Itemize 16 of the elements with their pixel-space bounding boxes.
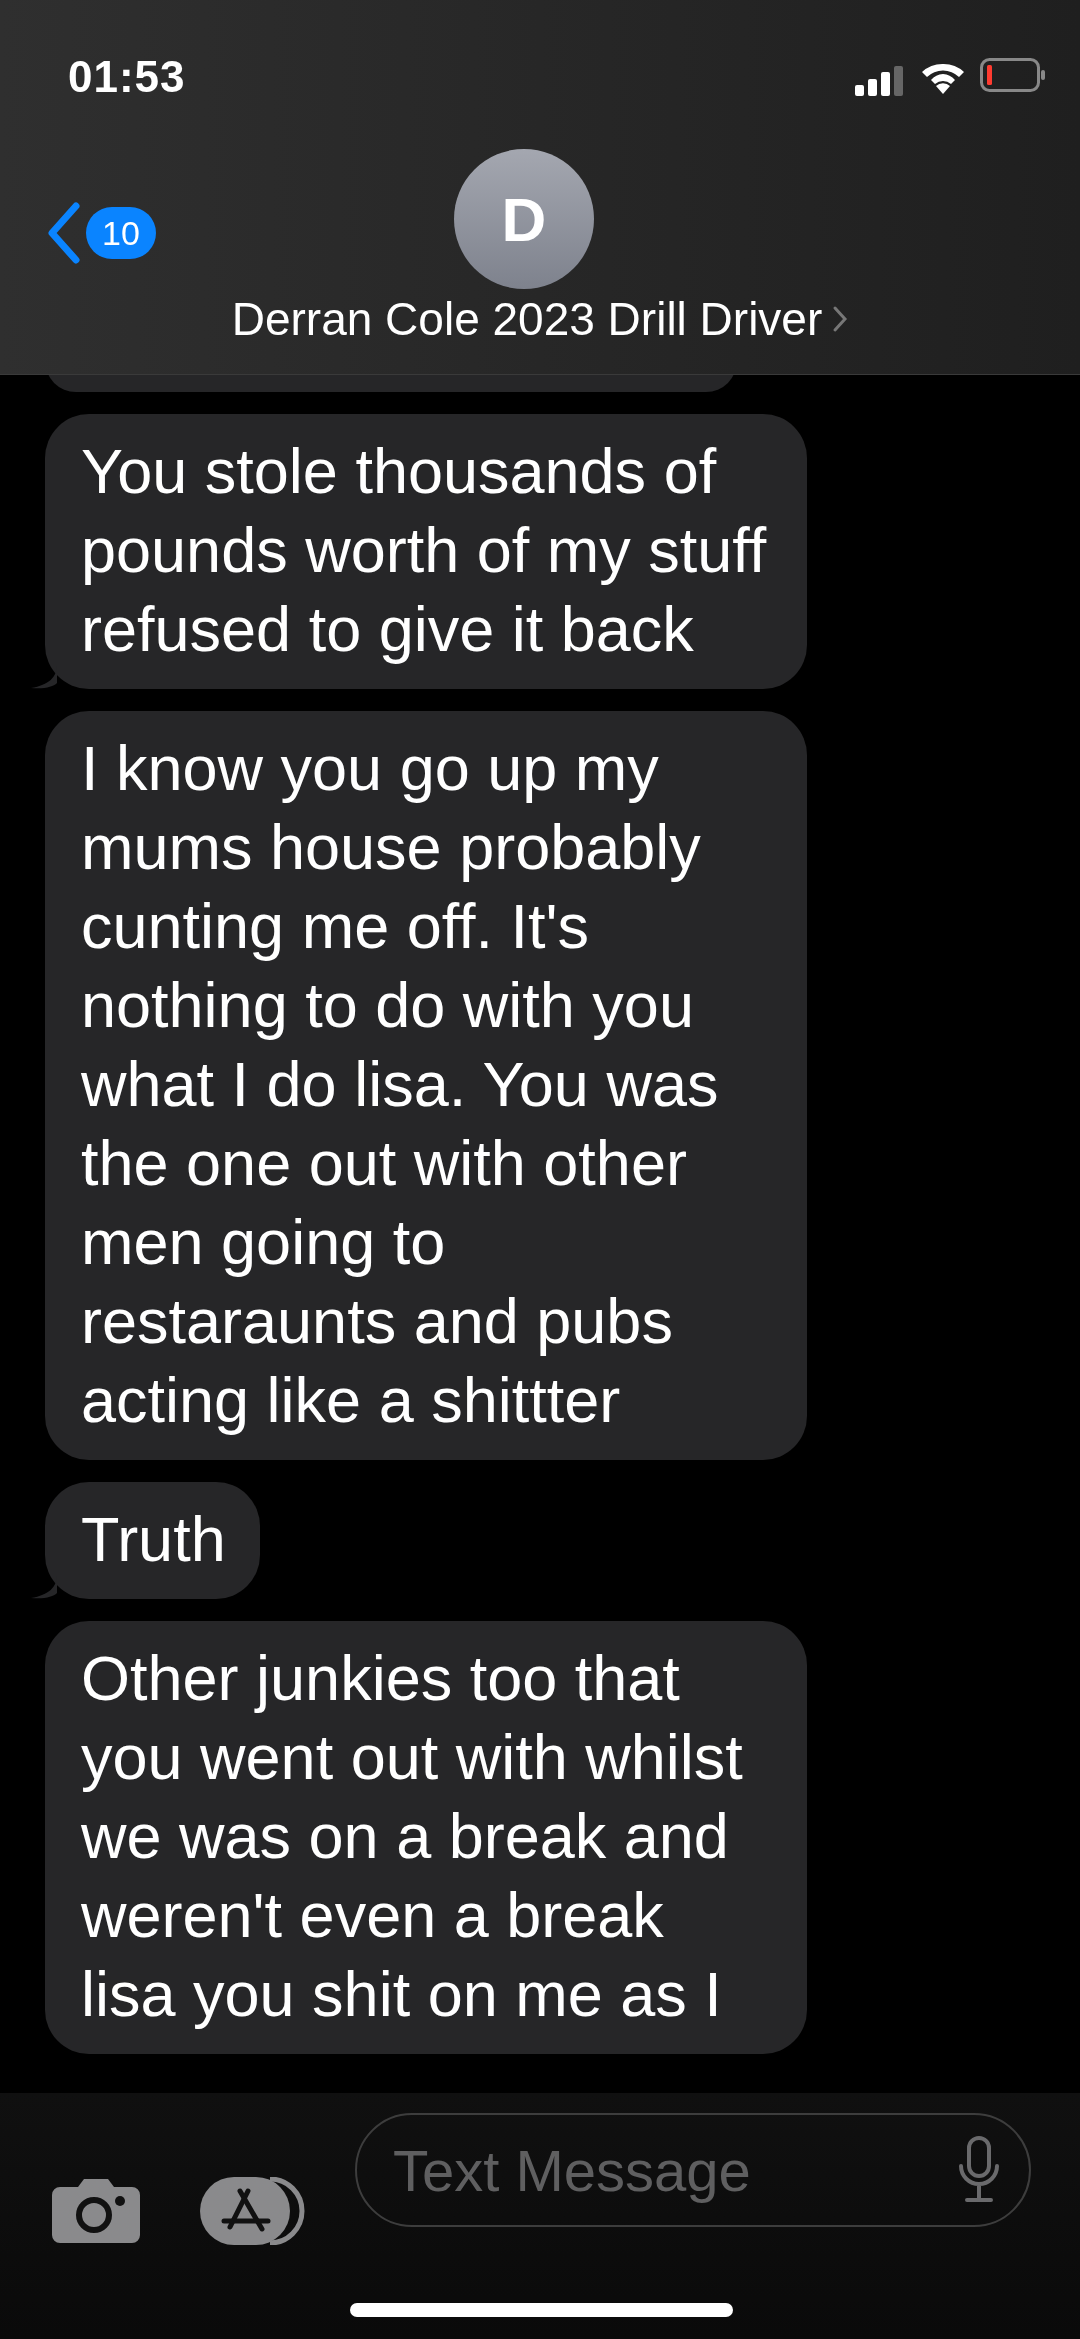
back-chevron-icon	[46, 202, 82, 264]
message-text: You stole thousands of pounds worth of my stuff refused to give it back	[81, 436, 767, 664]
message-text: Truth	[81, 1504, 226, 1574]
back-button[interactable]: 10	[46, 202, 156, 264]
message-text: I know you go up my mums house probably cunting me off. It's nothing to do with you what I do lisa. You was the one out with other men going to restaraunts and pubs acting like a shittter	[81, 733, 719, 1435]
unread-count-badge: 10	[86, 207, 156, 259]
signal-icon	[855, 66, 905, 96]
message-text: Other junkies too that you went out with whilst we was on a break and weren't even a break lisa you shit on me as I	[81, 1643, 743, 2029]
contact-avatar[interactable]: D	[454, 149, 594, 289]
battery-icon	[980, 58, 1046, 94]
message-input-field[interactable]: Text Message	[355, 2113, 1031, 2227]
status-time: 01:53	[68, 52, 186, 102]
chevron-right-icon	[832, 305, 849, 333]
camera-icon[interactable]	[52, 2177, 140, 2243]
microphone-icon[interactable]	[957, 2136, 1001, 2204]
contact-name[interactable]: Derran Cole 2023 Drill Driver	[231, 292, 823, 346]
